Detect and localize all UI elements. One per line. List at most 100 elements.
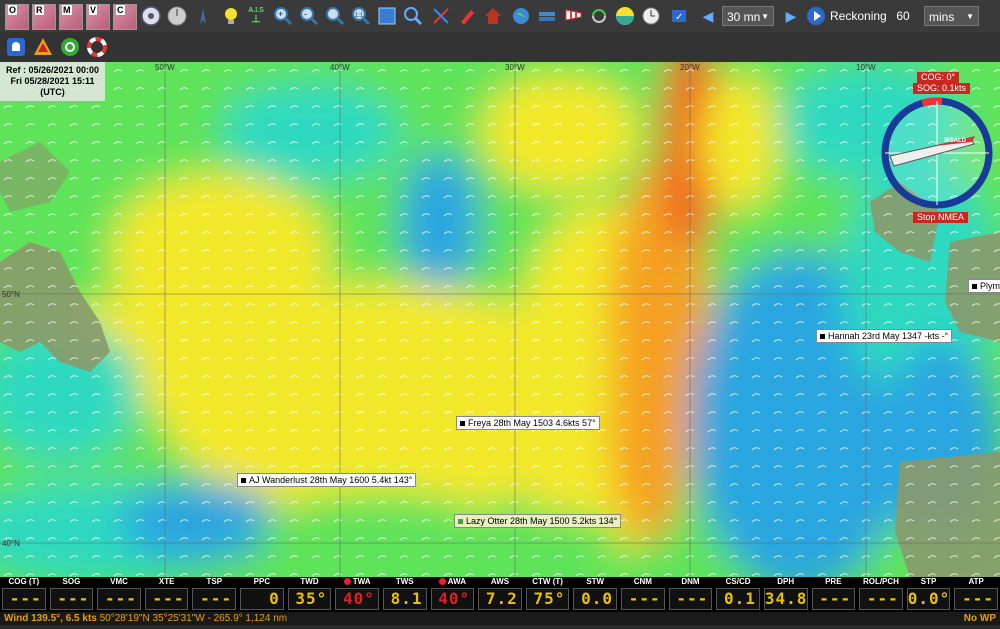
instrument-value: ---- <box>144 588 189 628</box>
main-toolbar: O R M V C A.I.S ⊥ + - 1:1 ✓ ◀ 30 mn ▼ ▶ Re… <box>0 0 1000 33</box>
zoom-in-icon[interactable]: + <box>272 5 294 27</box>
instrument-cs-cd[interactable]: CS/CD 0.1 <box>714 577 762 612</box>
cog-readout: COG: 0° <box>917 72 960 83</box>
waypoint-icon[interactable]: ✓ <box>668 5 690 27</box>
instrument-label: STW <box>586 577 605 586</box>
instrument-label: ROL/PCH <box>862 577 899 586</box>
instrument-label: CTW (T) <box>532 577 563 586</box>
step-forward-icon[interactable]: ▶ <box>780 5 802 27</box>
status-waypoint: No WP <box>963 613 996 624</box>
step-back-icon[interactable]: ◀ <box>697 5 719 27</box>
boat-marker-hannah[interactable]: Hannah 23rd May 1347 -kts -° <box>816 329 953 343</box>
play-icon[interactable] <box>805 5 827 27</box>
sog-readout: SOG: 0.1kts <box>913 83 971 94</box>
chart-v-button[interactable]: V <box>86 4 110 30</box>
instrument-xte[interactable]: XTE ---- <box>143 577 191 628</box>
instrument-sog[interactable]: SOG ---- <box>48 577 96 628</box>
place-label-plymouth: Plymo <box>968 279 1000 293</box>
zoom-out-icon[interactable]: - <box>298 5 320 27</box>
measure-tool-icon[interactable] <box>430 5 452 27</box>
north-arrow-icon[interactable] <box>192 5 214 27</box>
current-date: Fri 05/28/2021 15:11 <box>10 76 95 86</box>
target-icon[interactable] <box>59 36 81 58</box>
instrument-value: ---- <box>954 588 998 628</box>
interval-select[interactable]: 30 mn ▼ <box>722 6 774 26</box>
route-home-icon[interactable] <box>482 5 504 27</box>
instrument-tws[interactable]: TWS 8.1 <box>381 577 429 612</box>
globe-icon[interactable] <box>510 5 532 27</box>
instrument-value: ---- <box>97 588 141 628</box>
instrument-label: TWS <box>395 577 414 586</box>
zoom-1to1-icon[interactable]: 1:1 <box>350 5 372 27</box>
instrument-dnm[interactable]: DNM ---- <box>667 577 715 628</box>
instrument-value: 8.1 <box>382 588 427 610</box>
lifebuoy-icon[interactable] <box>86 36 108 58</box>
clock-compass-icon[interactable] <box>166 5 188 27</box>
instrument-rol-pch[interactable]: ROL/PCH ---- <box>857 577 905 628</box>
search-icon[interactable] <box>402 5 424 27</box>
clock-icon[interactable] <box>640 5 662 27</box>
warning-triangle-icon[interactable] <box>32 36 54 58</box>
instrument-label: COG (T) <box>8 577 40 586</box>
instrument-awa[interactable]: AWA 40° <box>429 577 477 612</box>
status-bar: Wind 139.5°, 6.5 kts 50°28'19"N 35°25'31… <box>0 612 1000 625</box>
lon-label-30w: 30°W <box>505 63 525 72</box>
chart-map[interactable]: 50°W 40°W 30°W 20°W 10°W 50°N 40°N Hanna… <box>0 62 1000 577</box>
ais-button[interactable]: A.I.S ⊥ <box>244 5 268 27</box>
boat-marker-lazy-otter[interactable]: Lazy Otter 28th May 1500 5.2kts 134° <box>454 514 622 528</box>
lightbulb-icon[interactable] <box>220 5 242 27</box>
instrument-atp[interactable]: ATP ---- <box>952 577 1000 628</box>
instrument-label-text: TWA <box>352 577 371 586</box>
stop-nmea-button[interactable]: Stop NMEA <box>913 212 969 223</box>
instrument-value: 35° <box>287 588 332 610</box>
instrument-stw[interactable]: STW 0.0 <box>571 577 619 612</box>
instrument-stp[interactable]: STP 0.0° <box>905 577 953 612</box>
refresh-icon[interactable] <box>588 5 610 27</box>
boat-label: Freya 28th May 1503 4.6kts 57° <box>468 418 596 428</box>
lon-label-20w: 20°W <box>680 63 700 72</box>
instrument-tsp[interactable]: TSP --- <box>190 577 238 612</box>
instrument-cog-t[interactable]: COG (T) ---- <box>0 577 48 628</box>
instrument-vmc[interactable]: VMC ---- <box>95 577 143 628</box>
instrument-ctw-t[interactable]: CTW (T) 75° <box>524 577 572 612</box>
chart-m-button[interactable]: M <box>59 4 83 30</box>
weather-overlay-icon[interactable] <box>614 5 636 27</box>
ref-date: Ref : 05/26/2021 00:00 <box>5 65 100 75</box>
instrument-label: ATP <box>968 577 984 586</box>
instrument-label: PRE <box>825 577 842 586</box>
pencil-icon[interactable] <box>456 5 478 27</box>
select-area-icon[interactable] <box>376 5 398 27</box>
instrument-ppc[interactable]: PPC 0 <box>238 577 286 612</box>
instrument-value: 0.0 <box>573 588 618 610</box>
windsock-icon[interactable] <box>562 5 584 27</box>
instrument-value: 40° <box>335 588 379 610</box>
boat-label: Lazy Otter 28th May 1500 5.2kts 134° <box>466 516 618 526</box>
instrument-value: --- <box>192 588 237 610</box>
compass-rose-icon[interactable] <box>140 5 162 27</box>
lon-label-40w: 40°W <box>330 63 350 72</box>
unit-select[interactable]: mins ▼ <box>924 6 979 26</box>
instrument-value: 0.0° <box>906 588 951 610</box>
wind-heatmap <box>0 62 1000 577</box>
instrument-pre[interactable]: PRE ---- <box>810 577 858 628</box>
timezone-label: (UTC) <box>40 87 65 97</box>
instrument-label: CS/CD <box>725 577 751 586</box>
boat-marker-freya[interactable]: Freya 28th May 1503 4.6kts 57° <box>456 416 600 430</box>
layers-icon[interactable] <box>536 5 558 27</box>
alarm-bell-icon[interactable] <box>5 36 27 58</box>
chart-c-button[interactable]: C <box>113 4 137 30</box>
lat-label-50n: 50°N <box>2 290 20 299</box>
instrument-label: AWS <box>490 577 510 586</box>
instrument-cnm[interactable]: CNM ---- <box>619 577 667 628</box>
chart-r-button[interactable]: R <box>32 4 56 30</box>
svg-text:-: - <box>304 9 307 19</box>
zoom-fit-icon[interactable] <box>324 5 346 27</box>
instrument-twd[interactable]: TWD 35° <box>286 577 334 612</box>
instrument-twa[interactable]: TWA 40° <box>333 577 381 612</box>
boat-marker-aj-wanderlust[interactable]: AJ Wanderlust 28th May 1600 5.4kt 143° <box>237 473 417 487</box>
instrument-aws[interactable]: AWS 7.2 <box>476 577 524 612</box>
lat-label-40n: 40°N <box>2 539 20 548</box>
reckoning-input[interactable]: 60 <box>888 6 918 26</box>
chart-o-button[interactable]: O <box>5 4 29 30</box>
instrument-dph[interactable]: DPH 34.8 <box>762 577 810 612</box>
